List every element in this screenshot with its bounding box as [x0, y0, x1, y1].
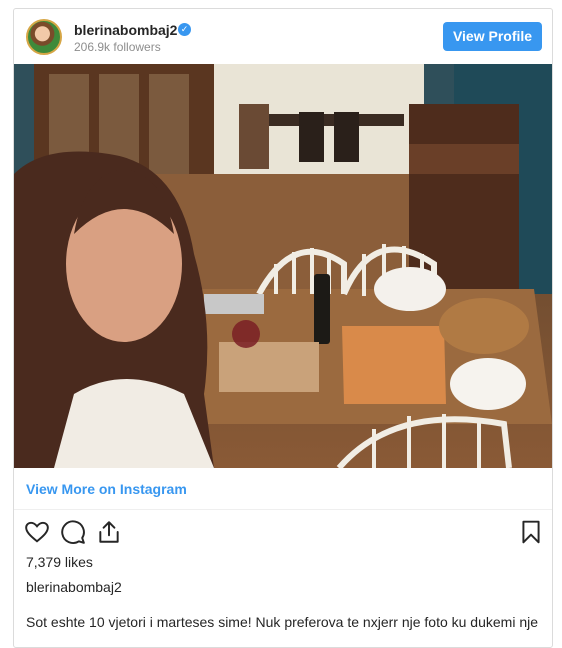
comment-bubble-icon[interactable] — [60, 519, 86, 545]
share-icon[interactable] — [96, 519, 122, 545]
post-caption: Sot eshte 10 vjetori i marteses sime! Nu… — [26, 614, 539, 630]
view-more-on-instagram-link[interactable]: View More on Instagram — [26, 481, 187, 497]
caption-author[interactable]: blerinabombaj2 — [26, 579, 122, 595]
post-photo[interactable] — [14, 64, 552, 468]
verified-badge-icon: ✓ — [178, 23, 191, 36]
photo-illustration — [14, 64, 552, 468]
view-profile-button[interactable]: View Profile — [443, 22, 542, 51]
username[interactable]: blerinabombaj2 — [74, 22, 177, 38]
like-count: 7,379 likes — [26, 554, 93, 570]
heart-icon[interactable] — [24, 519, 50, 545]
post-header: blerinabombaj2 ✓ 206.9k followers View P… — [14, 9, 552, 65]
divider — [14, 509, 552, 510]
instagram-embed-card: blerinabombaj2 ✓ 206.9k followers View P… — [13, 8, 553, 648]
avatar[interactable] — [26, 19, 62, 55]
bookmark-icon[interactable] — [518, 519, 544, 545]
follower-count: 206.9k followers — [74, 40, 161, 54]
